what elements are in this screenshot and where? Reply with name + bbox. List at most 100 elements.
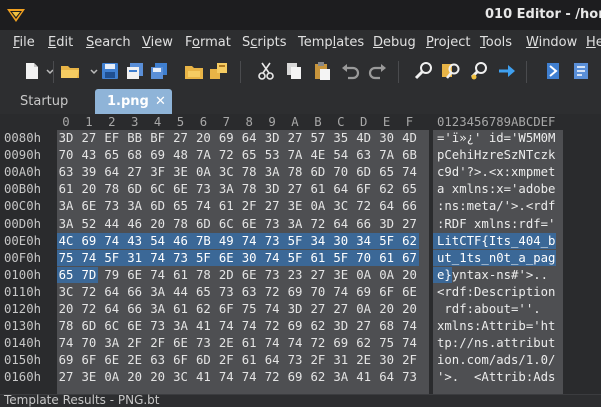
hex-byte[interactable]: 20 <box>379 302 395 316</box>
hex-byte[interactable]: 74 <box>402 165 418 179</box>
hex-byte[interactable]: 62 <box>379 182 395 196</box>
hex-byte[interactable]: 61 <box>58 182 74 196</box>
hex-byte[interactable]: 39 <box>81 165 97 179</box>
hex-byte[interactable]: 6F <box>173 353 189 367</box>
hex-byte[interactable]: 64 <box>104 302 120 316</box>
hex-byte[interactable]: 7A <box>379 148 395 162</box>
hex-byte[interactable]: 74 <box>241 370 257 384</box>
hex-byte[interactable]: 3C <box>58 285 74 299</box>
hex-byte[interactable]: 54 <box>333 148 349 162</box>
hex-byte[interactable]: 6E <box>218 251 234 265</box>
hex-byte[interactable]: 23 <box>287 268 303 282</box>
menu-debug[interactable]: Debug <box>373 35 416 50</box>
hex-byte[interactable]: 41 <box>195 319 211 333</box>
hex-byte[interactable]: 6C <box>104 319 120 333</box>
hex-byte[interactable]: 6D <box>150 199 166 213</box>
hex-byte[interactable]: 2F <box>127 336 143 350</box>
hex-byte[interactable]: 20 <box>58 302 74 316</box>
text-column[interactable]: :ns:meta/'>.<rdf <box>437 199 555 213</box>
hex-byte[interactable]: 3A <box>264 165 280 179</box>
hex-byte[interactable]: 66 <box>356 217 372 231</box>
hex-byte[interactable]: 70 <box>310 285 326 299</box>
hex-byte[interactable]: 69 <box>218 131 234 145</box>
close-icon[interactable]: ✕ <box>155 89 166 114</box>
hex-byte[interactable]: 6D <box>356 165 372 179</box>
hex-byte[interactable]: 70 <box>356 251 372 265</box>
hex-byte[interactable]: 78 <box>241 165 257 179</box>
hex-byte[interactable]: 72 <box>264 285 280 299</box>
hex-byte[interactable]: 70 <box>81 336 97 350</box>
hex-byte[interactable]: 73 <box>264 217 280 231</box>
hex-byte[interactable]: 3D <box>287 302 303 316</box>
paste-icon[interactable] <box>312 61 332 81</box>
hex-byte[interactable]: 74 <box>402 336 418 350</box>
hex-byte[interactable]: 0A <box>356 268 372 282</box>
hex-byte[interactable]: 73 <box>218 285 234 299</box>
hex-byte[interactable]: 70 <box>58 148 74 162</box>
menu-window[interactable]: Window <box>526 35 577 50</box>
menu-tools[interactable]: Tools <box>480 35 512 50</box>
hex-byte[interactable]: 78 <box>173 217 189 231</box>
open-project-icon[interactable] <box>184 61 204 81</box>
hex-byte[interactable]: 64 <box>333 217 349 231</box>
text-column[interactable]: '>. <Attrib:Ads <box>437 370 555 384</box>
hex-byte[interactable]: 57 <box>310 131 326 145</box>
hex-byte[interactable]: 3A <box>333 370 349 384</box>
find-replace-icon[interactable] <box>441 61 461 81</box>
hex-byte[interactable]: 74 <box>241 319 257 333</box>
hex-byte[interactable]: 2F <box>310 353 326 367</box>
hex-byte[interactable]: 74 <box>241 234 257 248</box>
hex-byte[interactable]: 0A <box>356 302 372 316</box>
hex-byte[interactable]: 3C <box>218 165 234 179</box>
hex-byte[interactable]: 75 <box>241 302 257 316</box>
text-column[interactable]: <rdf:Description <box>437 285 555 299</box>
hex-byte[interactable]: 27 <box>173 131 189 145</box>
hex-byte[interactable]: 6B <box>402 148 418 162</box>
hex-byte[interactable]: 63 <box>241 285 257 299</box>
hex-byte[interactable]: 3C <box>173 370 189 384</box>
hex-byte[interactable]: 7A <box>287 148 303 162</box>
text-column[interactable]: ion.com/ads/1.0/ <box>437 353 555 367</box>
hex-byte[interactable]: 27 <box>402 217 418 231</box>
hex-byte[interactable]: 66 <box>127 302 143 316</box>
hex-byte[interactable]: 78 <box>287 165 303 179</box>
hex-byte[interactable]: 74 <box>402 319 418 333</box>
hex-byte[interactable]: 61 <box>218 199 234 213</box>
hex-byte[interactable]: 6E <box>241 217 257 231</box>
hex-byte[interactable]: 62 <box>356 336 372 350</box>
hex-byte[interactable]: 3D <box>333 319 349 333</box>
hex-byte[interactable]: 64 <box>379 370 395 384</box>
tab-1-png[interactable]: 1.png ✕ <box>95 89 172 114</box>
hex-byte[interactable]: 5F <box>379 234 395 248</box>
hex-byte[interactable]: 31 <box>127 251 143 265</box>
hex-byte[interactable]: 72 <box>81 302 97 316</box>
hex-byte[interactable]: 6E <box>81 199 97 213</box>
hex-byte[interactable]: 52 <box>81 217 97 231</box>
hex-byte[interactable]: 70 <box>333 165 349 179</box>
hex-byte[interactable]: 4D <box>356 131 372 145</box>
hex-byte[interactable]: 5F <box>287 251 303 265</box>
menu-view[interactable]: View <box>142 35 173 50</box>
hex-byte[interactable]: 69 <box>150 148 166 162</box>
hex-byte[interactable]: 74 <box>58 336 74 350</box>
hex-byte[interactable]: 20 <box>195 131 211 145</box>
hex-byte[interactable]: 5F <box>287 234 303 248</box>
hex-byte[interactable]: 44 <box>104 217 120 231</box>
hex-byte[interactable]: 79 <box>104 268 120 282</box>
hex-byte[interactable]: 6D <box>195 217 211 231</box>
hex-byte[interactable]: 74 <box>287 336 303 350</box>
hex-byte[interactable]: 65 <box>402 182 418 196</box>
hex-byte[interactable]: 64 <box>104 165 120 179</box>
hex-byte[interactable]: 69 <box>58 353 74 367</box>
text-column[interactable]: LitCTF{Its_404_b <box>437 234 555 248</box>
hex-byte[interactable]: 74 <box>81 251 97 265</box>
hex-byte[interactable]: 2E <box>127 353 143 367</box>
hex-byte[interactable]: 2F <box>218 353 234 367</box>
hex-byte[interactable]: 2D <box>218 268 234 282</box>
hex-byte[interactable]: 61 <box>173 268 189 282</box>
hex-byte[interactable]: 62 <box>402 234 418 248</box>
hex-editor[interactable]: 0123456789ABCDEF 0123456789ABCDEF 0080h 3… <box>0 114 601 394</box>
hex-byte[interactable]: 65 <box>58 268 74 282</box>
hex-byte[interactable]: 74 <box>195 199 211 213</box>
hex-byte[interactable]: 27 <box>333 302 349 316</box>
